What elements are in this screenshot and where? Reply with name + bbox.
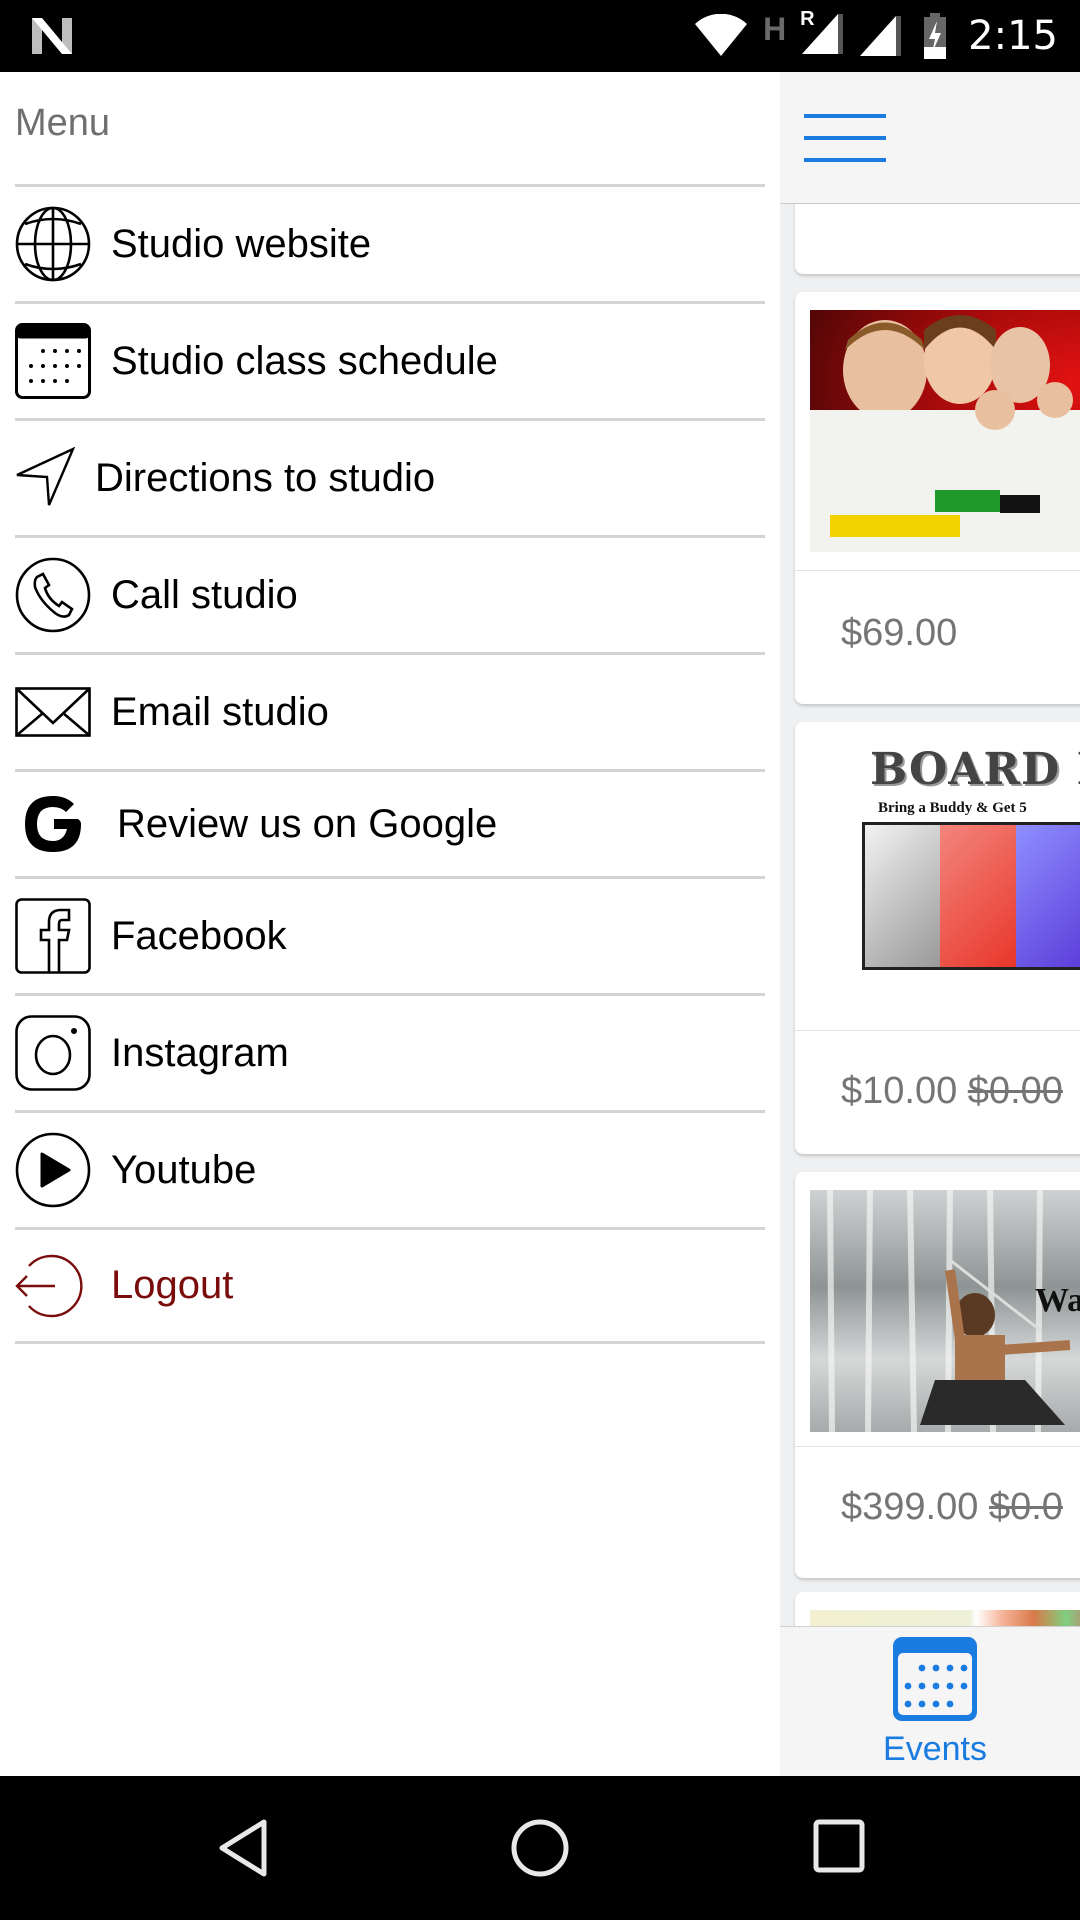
karate-kids-illustration bbox=[810, 315, 1080, 552]
board-break-subtitle: Bring a Buddy & Get 5 bbox=[878, 800, 1027, 816]
menu-item-label: Studio website bbox=[111, 221, 372, 266]
menu-item-label: Logout bbox=[111, 1263, 234, 1307]
card-divider bbox=[795, 1446, 1080, 1447]
menu-item-label: Call studio bbox=[111, 572, 298, 617]
globe-icon bbox=[15, 206, 91, 282]
event-card[interactable]: BOARD BREAK Bring a Buddy & Get 5 $10.00… bbox=[795, 722, 1080, 1154]
event-card[interactable]: $69.00 bbox=[795, 292, 1080, 704]
menu-item-directions[interactable]: Directions to studio bbox=[15, 418, 765, 535]
app-header bbox=[780, 72, 1080, 204]
phone-icon bbox=[15, 557, 91, 633]
tab-events-label: Events bbox=[883, 1730, 987, 1768]
envelope-icon bbox=[15, 674, 91, 750]
drawer-title: Menu bbox=[15, 102, 111, 144]
tab-events[interactable]: Events bbox=[880, 1635, 990, 1769]
wifi-icon bbox=[695, 14, 748, 56]
google-icon bbox=[15, 786, 91, 862]
youtube-play-icon bbox=[15, 1132, 91, 1208]
menu-item-review-google[interactable]: Review us on Google bbox=[15, 769, 765, 876]
navigation-arrow-icon bbox=[15, 440, 77, 516]
status-bar: H R 2:15 bbox=[0, 0, 1080, 72]
menu-item-label: Review us on Google bbox=[117, 801, 498, 846]
menu-item-label: Instagram bbox=[111, 1030, 289, 1075]
event-price: $399.00 $0.0 bbox=[841, 1486, 1063, 1528]
background-app: $20.00 $0.00 $69 bbox=[780, 72, 1080, 1776]
event-image-karate-kids bbox=[810, 310, 1080, 552]
menu-item-label: Facebook bbox=[111, 913, 287, 958]
roaming-letter: R bbox=[800, 7, 815, 30]
menu-item-facebook[interactable]: Facebook bbox=[15, 876, 765, 993]
logout-icon bbox=[15, 1248, 91, 1324]
drawer-menu: Studio website Studio class schedule Dir… bbox=[15, 184, 765, 1344]
card-divider bbox=[795, 570, 1080, 571]
waterfall-image-text: Wa bbox=[1035, 1282, 1080, 1319]
hamburger-menu-icon[interactable] bbox=[804, 114, 886, 162]
event-price: $69.00 bbox=[841, 612, 958, 654]
battery-charging-icon bbox=[924, 13, 947, 59]
instagram-icon bbox=[15, 1015, 91, 1091]
card-divider bbox=[795, 1030, 1080, 1031]
calendar-icon bbox=[15, 323, 91, 399]
signal-roaming-group: R bbox=[800, 8, 844, 61]
event-image-waterfall-warrior: Wa bbox=[810, 1189, 1080, 1433]
h-network-icon: H bbox=[763, 10, 787, 47]
facebook-icon bbox=[15, 898, 91, 974]
menu-item-studio-website[interactable]: Studio website bbox=[15, 184, 765, 301]
bottom-tab-bar: Events bbox=[780, 1626, 1080, 1776]
clock: 2:15 bbox=[968, 13, 1058, 59]
menu-item-youtube[interactable]: Youtube bbox=[15, 1110, 765, 1227]
board-break-panels bbox=[862, 822, 1080, 970]
board-break-title: BOARD BREAK bbox=[870, 744, 1080, 795]
menu-item-class-schedule[interactable]: Studio class schedule bbox=[15, 301, 765, 418]
event-image-board-break: BOARD BREAK Bring a Buddy & Get 5 bbox=[810, 744, 1080, 1004]
calendar-icon bbox=[893, 1637, 977, 1721]
signal-icon bbox=[860, 16, 902, 56]
menu-item-label: Youtube bbox=[111, 1147, 257, 1192]
system-nav-bar bbox=[0, 1776, 1080, 1920]
menu-item-label: Directions to studio bbox=[95, 455, 436, 500]
menu-item-label: Email studio bbox=[111, 689, 329, 734]
navigation-drawer: Menu Studio website Studio class schedul… bbox=[0, 72, 780, 1776]
menu-item-email-studio[interactable]: Email studio bbox=[15, 652, 765, 769]
menu-item-label: Studio class schedule bbox=[111, 338, 498, 383]
screen: H R 2:15 $69.00 BOARD Bring a Buddy & Ge… bbox=[0, 0, 1080, 1920]
n-notification-icon bbox=[32, 18, 72, 54]
event-price: $10.00 $0.00 bbox=[841, 1070, 1063, 1112]
menu-item-logout[interactable]: Logout bbox=[15, 1227, 765, 1344]
back-icon[interactable] bbox=[212, 1818, 272, 1878]
menu-item-call-studio[interactable]: Call studio bbox=[15, 535, 765, 652]
event-card[interactable]: Wa $399.00 $0.0 bbox=[795, 1172, 1080, 1578]
menu-item-instagram[interactable]: Instagram bbox=[15, 993, 765, 1110]
home-icon[interactable] bbox=[510, 1818, 570, 1878]
recents-icon[interactable] bbox=[812, 1818, 868, 1874]
status-icons: H R 2:15 bbox=[679, 0, 1080, 72]
